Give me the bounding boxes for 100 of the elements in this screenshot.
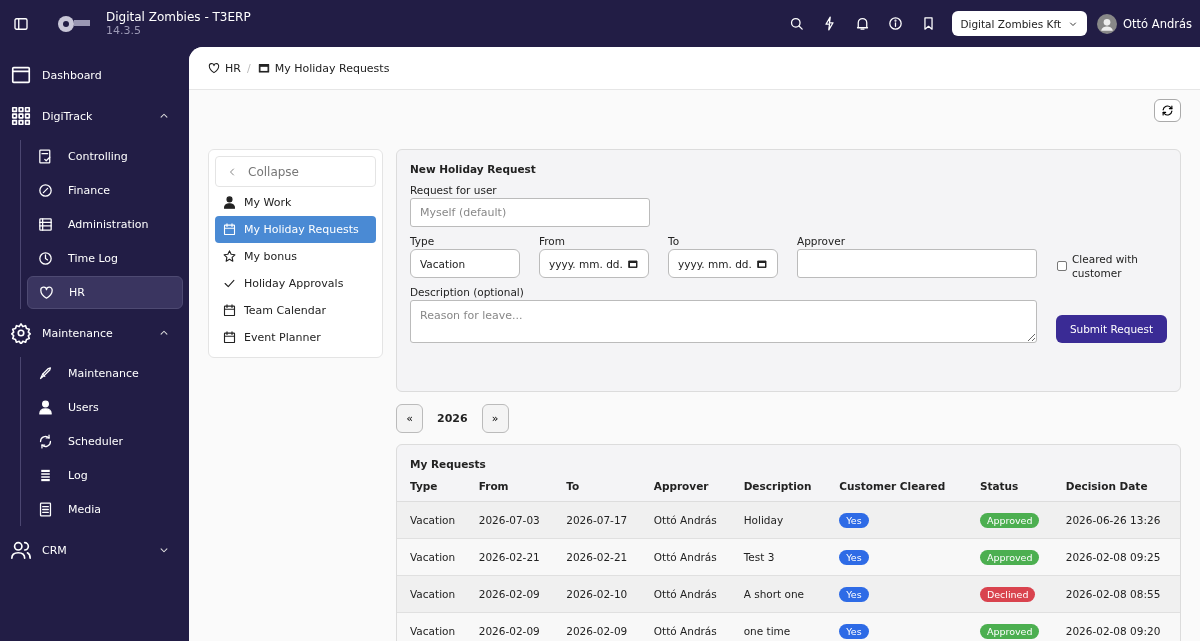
submit-button[interactable]: Submit Request bbox=[1056, 315, 1167, 343]
user-name[interactable]: Ottó András bbox=[1123, 16, 1192, 31]
table-cell: 2026-07-17 bbox=[553, 501, 641, 539]
media-icon bbox=[37, 501, 54, 518]
status-badge: Approved bbox=[979, 512, 1040, 528]
status-badge: Declined bbox=[979, 586, 1036, 602]
menu-item[interactable]: My Holiday Requests bbox=[215, 216, 376, 243]
menu-item[interactable]: My Work bbox=[215, 189, 376, 216]
table-cell: 2026-06-26 13:26 bbox=[1052, 501, 1180, 539]
collapse-button[interactable]: Collapse bbox=[215, 156, 376, 187]
field-label: Request for user bbox=[410, 184, 498, 196]
status-badge: Approved bbox=[979, 549, 1040, 565]
table-cell: Vacation bbox=[397, 612, 466, 641]
sidebar-item[interactable]: DigiTrack bbox=[6, 99, 183, 133]
table-cell: Ottó András bbox=[640, 575, 731, 613]
refresh-button[interactable] bbox=[1154, 99, 1181, 122]
table-cell: 2026-02-09 bbox=[465, 612, 554, 641]
table-cell: Ottó András bbox=[640, 538, 731, 576]
type-select[interactable]: Vacation bbox=[410, 249, 520, 278]
table-title: My Requests bbox=[409, 458, 487, 470]
field-label: Type bbox=[410, 235, 436, 247]
heart-icon bbox=[38, 284, 55, 301]
refresh-icon bbox=[1160, 103, 1175, 118]
menu-item[interactable]: My bonus bbox=[215, 243, 376, 270]
sidebar-item[interactable]: CRM bbox=[6, 533, 183, 567]
table-cell: A short one bbox=[730, 575, 827, 613]
table-cell: one time bbox=[730, 612, 827, 641]
sidebar-item[interactable]: Users bbox=[27, 391, 183, 424]
breadcrumb-separator: / bbox=[246, 61, 251, 75]
status-badge: Approved bbox=[979, 623, 1040, 639]
info-icon bbox=[887, 15, 905, 32]
column-header: Decision Date bbox=[1052, 474, 1180, 502]
sidebar-item[interactable]: HR bbox=[27, 276, 183, 309]
gear-icon bbox=[10, 322, 32, 344]
app-title: Digital Zombies - T3ERP bbox=[106, 10, 251, 24]
search-icon bbox=[788, 15, 806, 32]
checkbox-label: Cleared with customer bbox=[1072, 252, 1139, 280]
field-label: Description (optional) bbox=[410, 286, 525, 298]
table-cell: 2026-02-21 bbox=[553, 538, 641, 576]
previous-year-button[interactable]: « bbox=[396, 404, 423, 433]
menu-item[interactable]: Holiday Approvals bbox=[215, 270, 376, 297]
sidebar-item[interactable]: Administration bbox=[27, 208, 183, 241]
form-title: New Holiday Request bbox=[410, 163, 537, 175]
menu-item[interactable]: Team Calendar bbox=[215, 297, 376, 324]
table-cell: Vacation bbox=[397, 501, 466, 539]
cleared-badge: Yes bbox=[839, 586, 869, 602]
avatar-icon bbox=[1097, 13, 1117, 34]
table-cell: 2026-02-08 08:55 bbox=[1052, 575, 1180, 613]
table-cell: Vacation bbox=[397, 538, 466, 576]
sidebar-item[interactable]: Maintenance bbox=[27, 357, 183, 390]
column-header: Customer Cleared bbox=[826, 474, 967, 502]
menu-item[interactable]: Event Planner bbox=[215, 324, 376, 351]
checkbox[interactable] bbox=[1057, 261, 1067, 271]
list-icon bbox=[37, 216, 54, 233]
sidebar-item[interactable]: Time Log bbox=[27, 242, 183, 275]
user-field[interactable]: Myself (default) bbox=[410, 198, 650, 227]
table-cell: 2026-02-08 09:20 bbox=[1052, 612, 1180, 641]
sidebar-item[interactable]: Maintenance bbox=[6, 316, 183, 350]
description-field[interactable]: Reason for leave... bbox=[410, 300, 1037, 343]
table-cell: 2026-02-09 bbox=[553, 612, 641, 641]
grid-icon bbox=[10, 105, 32, 127]
table-cell: 2026-02-10 bbox=[553, 575, 641, 613]
column-header: Approver bbox=[640, 474, 731, 502]
column-header: Type bbox=[397, 474, 466, 502]
table-cell: Ottó András bbox=[640, 501, 731, 539]
sidebar-item[interactable]: Log bbox=[27, 459, 183, 492]
table-cell: 2026-02-09 bbox=[465, 575, 554, 613]
field-label: To bbox=[668, 235, 681, 247]
next-year-button[interactable]: » bbox=[481, 404, 509, 433]
company-select[interactable]: Digital Zombies Kft bbox=[952, 11, 1087, 36]
date-field[interactable]: yyyy. mm. dd. bbox=[539, 249, 649, 278]
version-text: 14.3.5 bbox=[106, 24, 142, 37]
sidebar-item[interactable]: Media bbox=[27, 493, 183, 526]
year-label: 2026 bbox=[437, 412, 468, 425]
table-cell: Vacation bbox=[397, 575, 466, 613]
breadcrumb-link[interactable]: HR bbox=[207, 61, 241, 75]
clock-icon bbox=[37, 250, 54, 267]
person-icon bbox=[37, 399, 54, 416]
cleared-badge: Yes bbox=[839, 549, 869, 565]
sidebar-item[interactable]: Controlling bbox=[27, 140, 183, 173]
column-header: Status bbox=[966, 474, 1053, 502]
heart-icon bbox=[207, 61, 221, 75]
people-icon bbox=[10, 539, 32, 561]
column-header: To bbox=[553, 474, 641, 502]
cycle-icon bbox=[37, 433, 54, 450]
table-cell: 2026-07-03 bbox=[465, 501, 554, 539]
person-icon bbox=[222, 195, 237, 210]
cleared-badge: Yes bbox=[839, 512, 869, 528]
sidebar-item[interactable]: Finance bbox=[27, 174, 183, 207]
date-field[interactable]: yyyy. mm. dd. bbox=[668, 249, 778, 278]
table-cell: 2026-02-08 09:25 bbox=[1052, 538, 1180, 576]
table-cell: Holiday bbox=[730, 501, 827, 539]
breadcrumb-link[interactable]: My Holiday Requests bbox=[256, 61, 390, 75]
table-cell: Ottó András bbox=[640, 612, 731, 641]
sidebar-item[interactable]: Dashboard bbox=[6, 58, 183, 92]
field-label: From bbox=[539, 235, 566, 247]
window-icon bbox=[10, 64, 32, 86]
star-icon bbox=[222, 249, 237, 264]
sidebar-item[interactable]: Scheduler bbox=[27, 425, 183, 458]
approver-field[interactable] bbox=[797, 249, 1037, 278]
